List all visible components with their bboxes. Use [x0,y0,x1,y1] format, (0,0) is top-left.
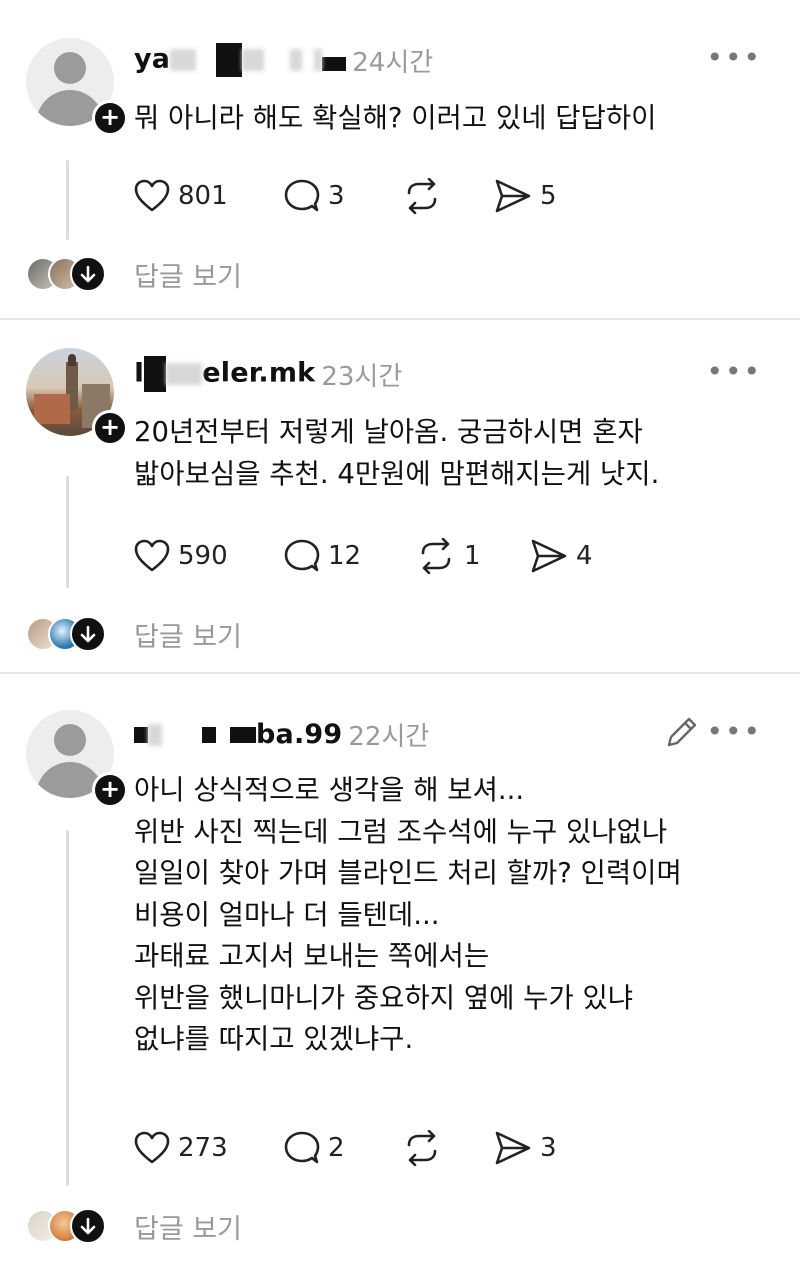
heart-icon [134,1131,170,1164]
more-options-icon[interactable]: ••• [706,44,762,72]
repost-icon [407,1130,437,1166]
comment-count: 12 [328,541,362,571]
arrow-down-icon [70,256,106,292]
avatar[interactable]: + [26,38,128,136]
share-count: 4 [576,541,593,571]
repost-button[interactable]: 1 [416,538,530,574]
comment-bubble-icon [284,179,320,212]
post-meta: ya 24시간 [134,40,433,80]
username[interactable]: ba.99 [134,719,342,750]
post-time: 23시간 [321,361,403,392]
share-send-icon [495,179,531,213]
view-replies[interactable]: 답글 보기 [26,612,242,656]
share-button[interactable]: 3 [494,1130,557,1166]
view-replies[interactable]: 답글 보기 [26,1204,242,1248]
post-text: 뭐 아니라 해도 확실해? 이러고 있네 답답하이 [134,102,657,134]
like-button[interactable]: 590 [134,539,284,573]
like-count: 801 [178,181,228,211]
comment-count: 2 [328,1133,345,1163]
comment-button[interactable]: 12 [284,538,416,574]
post-meta: Ieler.mk 23시간 [134,354,402,394]
share-send-icon [495,1131,531,1165]
share-count: 3 [540,1133,557,1163]
like-count: 590 [178,541,228,571]
repost-icon [421,538,451,574]
post-3: + ba.99 22시간 ••• 아니 상식적으로 생각을 해 보셔... 위반… [0,674,800,1269]
arrow-down-icon [70,1208,106,1244]
view-replies-label[interactable]: 답글 보기 [134,1207,242,1246]
action-bar: 273 2 3 [134,1126,557,1170]
view-replies[interactable]: 답글 보기 [26,252,242,296]
username[interactable]: Ieler.mk [134,356,315,392]
follow-plus-icon[interactable]: + [92,410,128,446]
post-2: + Ieler.mk 23시간 ••• 20년전부터 저렇게 날아옴. 궁금하시… [0,320,800,672]
pencil-icon[interactable] [664,714,700,750]
share-send-icon [531,539,567,573]
share-button[interactable]: 4 [530,538,593,574]
view-replies-label[interactable]: 답글 보기 [134,615,242,654]
heart-icon [134,179,170,212]
avatar[interactable]: + [26,710,128,808]
heart-icon [134,539,170,572]
post-1: + ya 24시간 ••• 뭐 아니라 해도 확실해? 이러고 있네 답답하이 … [0,0,800,318]
repost-button[interactable] [402,1130,494,1166]
comment-button[interactable]: 2 [284,1130,402,1166]
share-count: 5 [540,181,557,211]
thread-line [66,830,69,1186]
comment-bubble-icon [284,539,320,572]
repost-button[interactable] [402,178,494,214]
comment-button[interactable]: 3 [284,178,402,214]
repost-icon [407,178,437,214]
share-button[interactable]: 5 [494,178,557,214]
like-count: 273 [178,1133,228,1163]
arrow-down-icon [70,616,106,652]
post-text: 아니 상식적으로 생각을 해 보셔... 위반 사진 찍는데 그럼 조수석에 누… [134,774,682,1055]
more-options-icon[interactable]: ••• [706,358,762,386]
thread-line [66,476,69,588]
more-options-icon[interactable]: ••• [706,718,762,746]
action-bar: 801 3 5 [134,174,557,218]
like-button[interactable]: 801 [134,179,284,213]
follow-plus-icon[interactable]: + [92,772,128,808]
username[interactable]: ya [134,43,347,77]
comment-bubble-icon [284,1131,320,1164]
view-replies-label[interactable]: 답글 보기 [134,255,242,294]
post-meta: ba.99 22시간 [134,714,429,754]
post-time: 22시간 [348,721,430,752]
post-text: 20년전부터 저렇게 날아옴. 궁금하시면 혼자 밟아보심을 추천. 4만원에 … [134,416,660,490]
action-bar: 590 12 1 4 [134,534,593,578]
like-button[interactable]: 273 [134,1131,284,1165]
thread-line [66,160,69,240]
avatar[interactable]: + [26,348,128,446]
post-time: 24시간 [352,47,434,78]
follow-plus-icon[interactable]: + [92,100,128,136]
comment-count: 3 [328,181,345,211]
repost-count: 1 [464,541,481,571]
